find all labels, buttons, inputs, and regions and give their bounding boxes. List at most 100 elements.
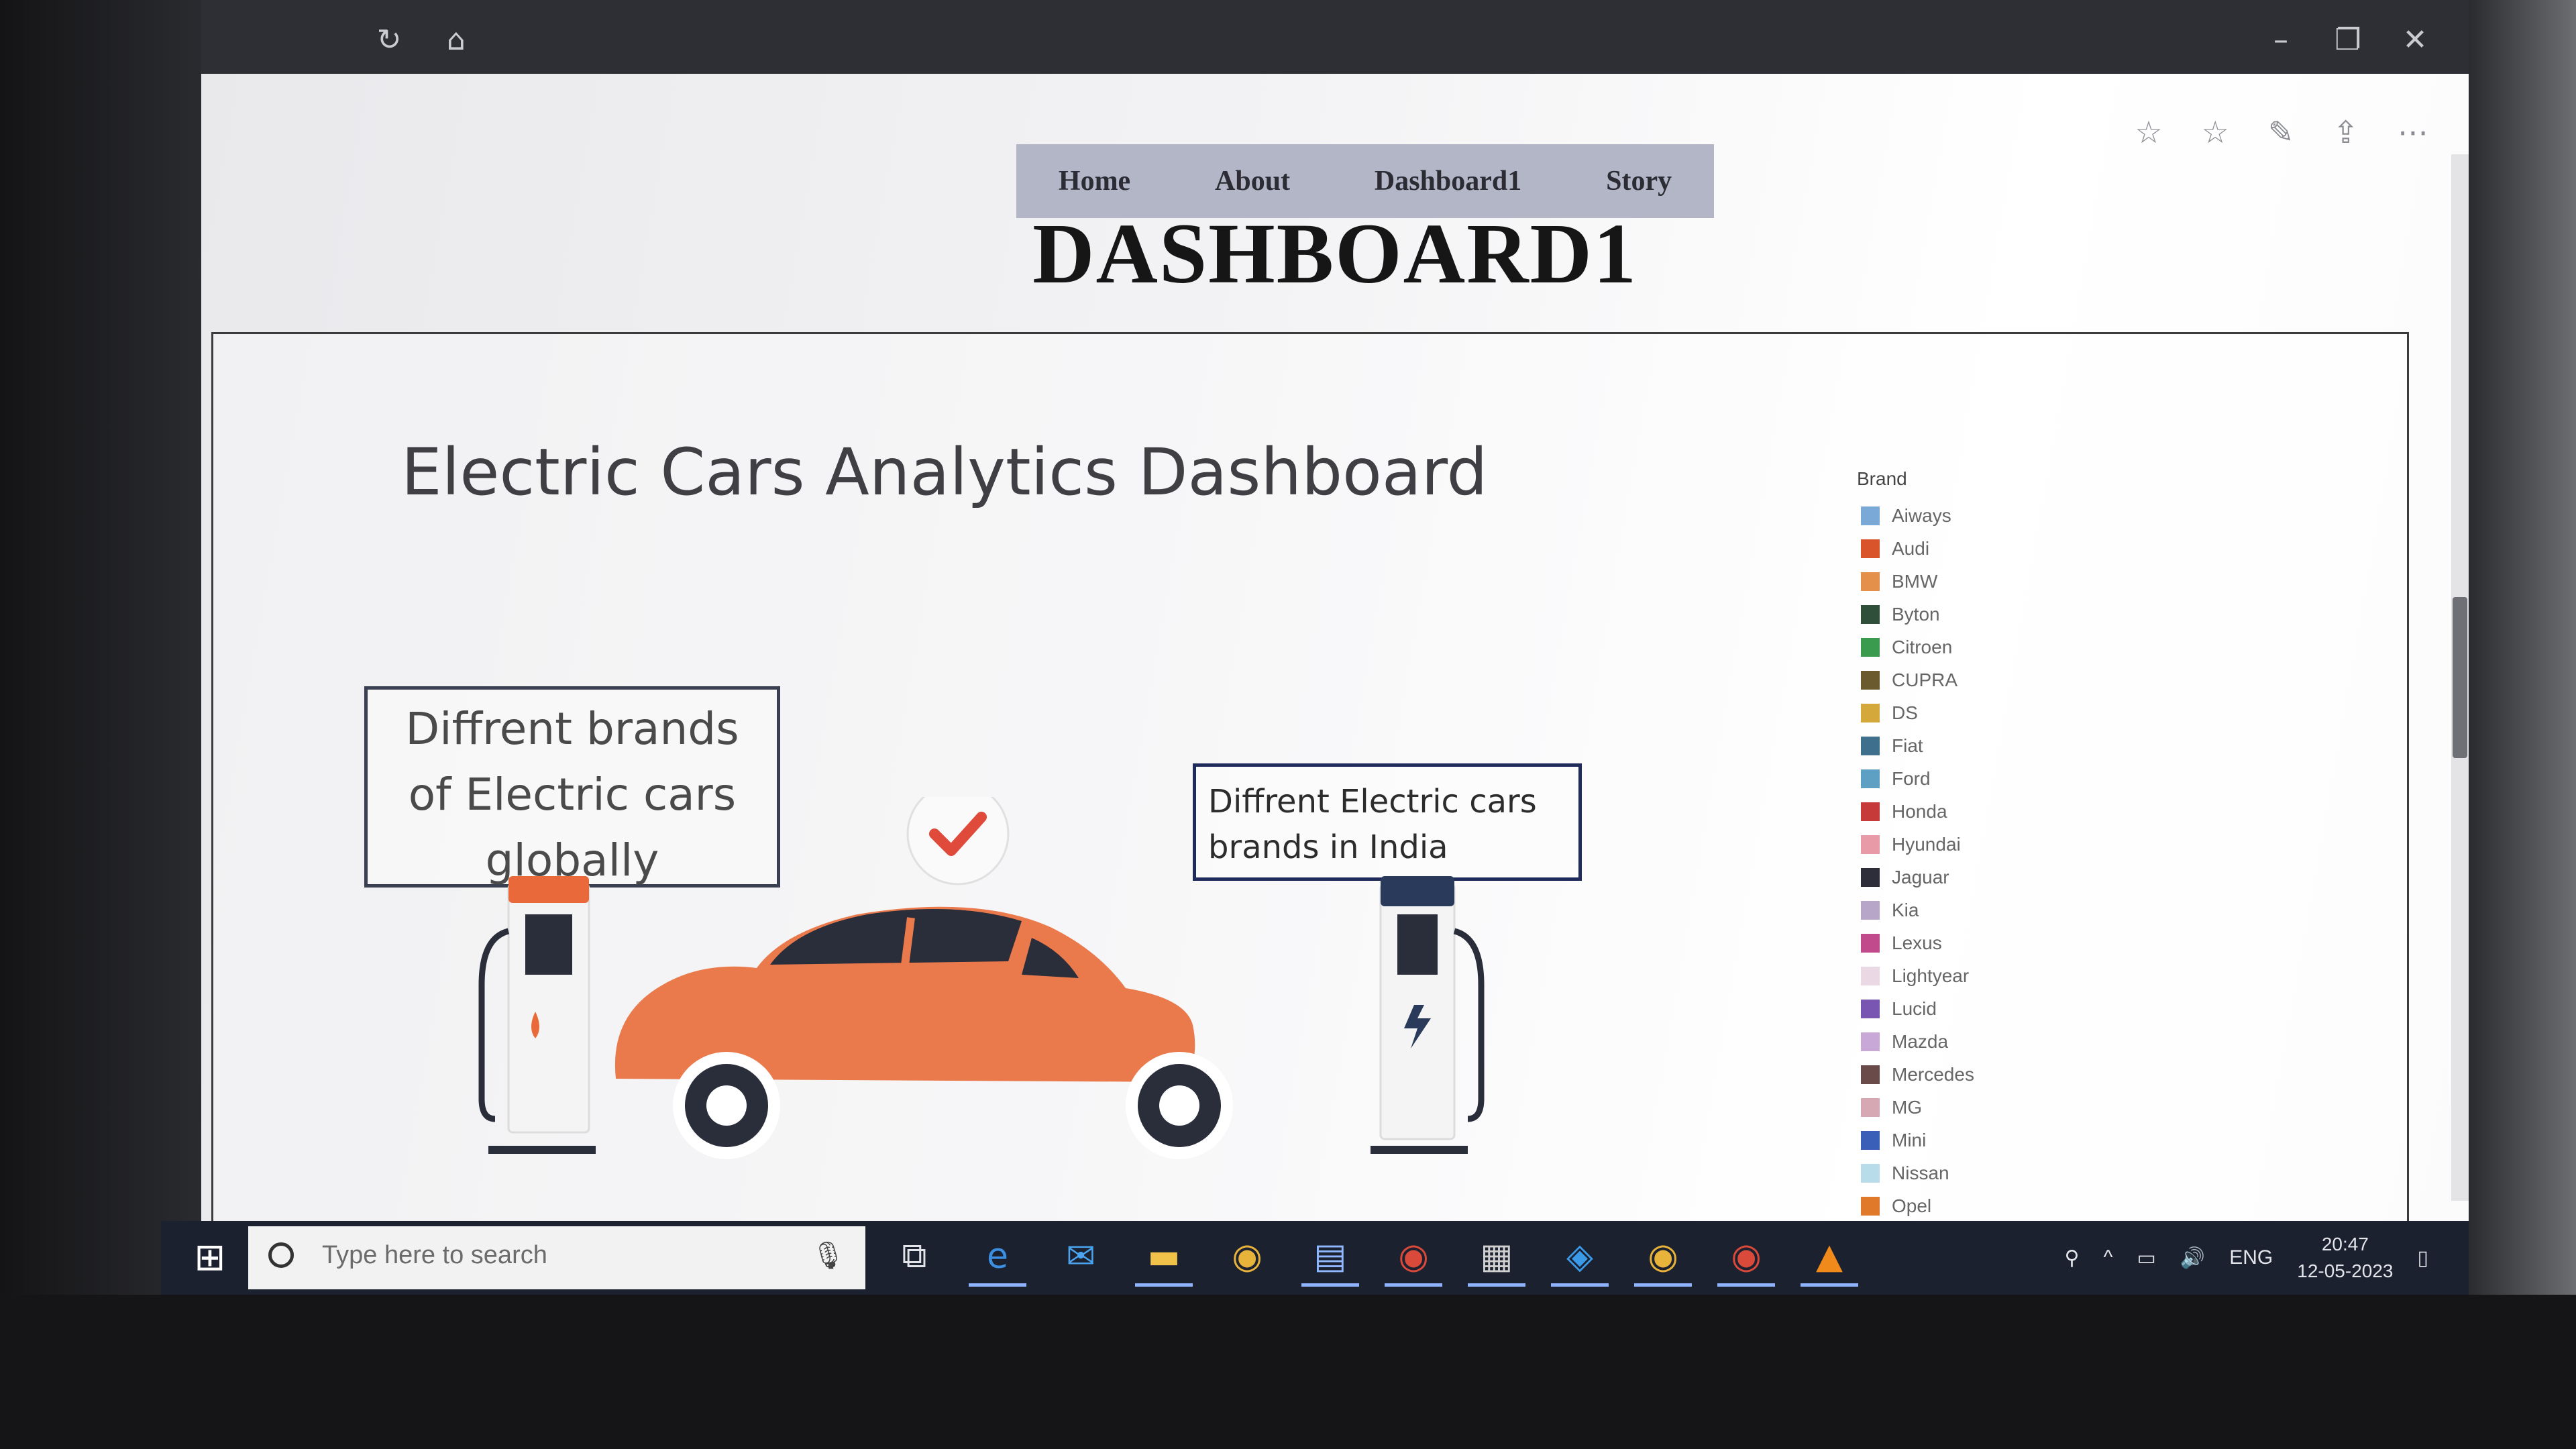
pen-icon[interactable]: ✎ bbox=[2268, 114, 2294, 150]
car-illustration bbox=[614, 906, 1233, 1159]
chrome-alt2-icon[interactable]: ◉ bbox=[1717, 1229, 1775, 1287]
legend-label: Lucid bbox=[1892, 998, 1937, 1019]
legend-title: Brand bbox=[1857, 468, 1907, 489]
legend-label: Kia bbox=[1892, 899, 1919, 920]
legend-swatch bbox=[1861, 703, 1880, 722]
legend-swatch bbox=[1861, 1163, 1880, 1183]
vlc-icon[interactable]: ▲ bbox=[1801, 1229, 1858, 1287]
page-scrollbar[interactable] bbox=[2451, 154, 2469, 1201]
scrollbar-thumb[interactable] bbox=[2453, 597, 2467, 758]
chrome-icon[interactable]: ◉ bbox=[1218, 1229, 1276, 1287]
favorites-icon[interactable]: ☆ bbox=[2202, 114, 2229, 150]
legend-swatch bbox=[1861, 736, 1880, 755]
mail-icon[interactable]: ✉ bbox=[1052, 1229, 1110, 1287]
legend-label: Opel bbox=[1892, 1195, 1932, 1216]
nav-dashboard1[interactable]: Dashboard1 bbox=[1375, 165, 1521, 197]
volume-icon[interactable]: 🔊 bbox=[2180, 1246, 2205, 1270]
legend-label: Lexus bbox=[1892, 932, 1942, 953]
home-icon[interactable]: ⌂ bbox=[436, 20, 476, 60]
legend-swatch bbox=[1861, 1130, 1880, 1150]
cortana-icon bbox=[268, 1242, 294, 1268]
legend-label: Nissan bbox=[1892, 1162, 1949, 1183]
legend-item[interactable]: Lexus bbox=[1857, 926, 1974, 959]
legend-item[interactable]: Citroen bbox=[1857, 631, 1974, 663]
notification-icon[interactable]: ▯ bbox=[2417, 1246, 2428, 1270]
legend-item[interactable]: Lucid bbox=[1857, 992, 1974, 1025]
brand-legend: Brand Aiways Audi BMW Byton Citroen CUPRA DS Fi… bbox=[1857, 468, 1974, 1221]
start-button[interactable]: ⊞ bbox=[188, 1236, 232, 1280]
browser-action-icons: ☆ ☆ ✎ ⇪ ⋯ bbox=[2135, 114, 2428, 150]
legend-item[interactable]: Ford bbox=[1857, 762, 1974, 795]
nav-about[interactable]: About bbox=[1215, 165, 1290, 197]
legend-item[interactable]: BMW bbox=[1857, 565, 1974, 598]
microphone-icon[interactable]: 🎙 bbox=[811, 1240, 845, 1271]
add-favorite-icon[interactable]: ☆ bbox=[2135, 114, 2162, 150]
legend-label: CUPRA bbox=[1892, 669, 1958, 690]
network-icon[interactable]: ▭ bbox=[2137, 1246, 2156, 1270]
legend-item[interactable]: Nissan bbox=[1857, 1157, 1974, 1189]
task-view-icon[interactable]: ⧉ bbox=[885, 1229, 943, 1287]
legend-item[interactable]: Byton bbox=[1857, 598, 1974, 631]
chevron-up-icon[interactable]: ^ bbox=[2103, 1246, 2112, 1269]
legend-item[interactable]: Mini bbox=[1857, 1124, 1974, 1157]
legend-item[interactable]: Kia bbox=[1857, 894, 1974, 926]
legend-item[interactable]: Opel bbox=[1857, 1189, 1974, 1221]
legend-swatch bbox=[1861, 835, 1880, 854]
refresh-icon[interactable]: ↻ bbox=[369, 20, 409, 60]
legend-swatch bbox=[1861, 604, 1880, 624]
legend-label: Citroen bbox=[1892, 636, 1953, 657]
legend-swatch bbox=[1861, 769, 1880, 788]
clock-time: 20:47 bbox=[2321, 1234, 2369, 1254]
notepad-icon[interactable]: ▤ bbox=[1301, 1229, 1359, 1287]
chrome-alt-icon[interactable]: ◉ bbox=[1634, 1229, 1692, 1287]
people-icon[interactable]: ⚲ bbox=[2064, 1246, 2079, 1270]
legend-swatch bbox=[1861, 900, 1880, 920]
legend-item[interactable]: DS bbox=[1857, 696, 1974, 729]
legend-item[interactable]: Fiat bbox=[1857, 729, 1974, 762]
legend-swatch bbox=[1861, 999, 1880, 1018]
chrome-profile-icon[interactable]: ◉ bbox=[1385, 1229, 1442, 1287]
legend-item[interactable]: Mazda bbox=[1857, 1025, 1974, 1058]
clock[interactable]: 20:47 12-05-2023 bbox=[2297, 1231, 2393, 1285]
legend-item[interactable]: Hyundai bbox=[1857, 828, 1974, 861]
nav-home[interactable]: Home bbox=[1059, 165, 1130, 197]
ev-charging-illustration bbox=[478, 797, 1485, 1159]
legend-item[interactable]: Mercedes bbox=[1857, 1058, 1974, 1091]
file-explorer-icon[interactable]: ▬ bbox=[1135, 1229, 1193, 1287]
legend-swatch bbox=[1861, 966, 1880, 985]
windows-taskbar: ⊞ Type here to search 🎙 ⧉ e ✉ ▬ ◉ ▤ ◉ ▦ ◈ ◉ ◉ ▲ ⚲ ^… bbox=[161, 1221, 2469, 1295]
legend-swatch bbox=[1861, 1097, 1880, 1117]
legend-item[interactable]: MG bbox=[1857, 1091, 1974, 1124]
restore-icon[interactable]: ❐ bbox=[2328, 20, 2368, 60]
legend-item[interactable]: CUPRA bbox=[1857, 663, 1974, 696]
legend-label: Mercedes bbox=[1892, 1063, 1974, 1085]
dashboard-heading: Electric Cars Analytics Dashboard bbox=[401, 435, 1488, 510]
legend-label: MG bbox=[1892, 1096, 1923, 1118]
system-tray: ⚲ ^ ▭ 🔊 ENG 20:47 12-05-2023 ▯ bbox=[2064, 1221, 2428, 1295]
legend-item[interactable]: Lightyear bbox=[1857, 959, 1974, 992]
minimize-icon[interactable]: – bbox=[2261, 20, 2301, 60]
legend-swatch bbox=[1861, 802, 1880, 821]
legend-label: Aiways bbox=[1892, 504, 1951, 526]
close-icon[interactable]: ✕ bbox=[2395, 20, 2435, 60]
legend-label: Ford bbox=[1892, 767, 1931, 789]
language-indicator[interactable]: ENG bbox=[2229, 1246, 2273, 1269]
legend-item[interactable]: Aiways bbox=[1857, 499, 1974, 532]
page-title: DASHBOARD1 bbox=[1032, 206, 1638, 301]
legend-swatch bbox=[1861, 1065, 1880, 1084]
nav-story[interactable]: Story bbox=[1606, 165, 1672, 197]
legend-swatch bbox=[1861, 670, 1880, 690]
more-icon[interactable]: ⋯ bbox=[2398, 114, 2428, 150]
taskbar-search[interactable]: Type here to search 🎙 bbox=[248, 1226, 865, 1289]
dashboard-embed: Electric Cars Analytics Dashboard Diffre… bbox=[211, 332, 2409, 1221]
legend-item[interactable]: Jaguar bbox=[1857, 861, 1974, 894]
legend-label: Audi bbox=[1892, 537, 1930, 559]
edge-icon[interactable]: e bbox=[969, 1229, 1026, 1287]
legend-swatch bbox=[1861, 867, 1880, 887]
app-grid-icon[interactable]: ▦ bbox=[1468, 1229, 1525, 1287]
vscode-icon[interactable]: ◈ bbox=[1551, 1229, 1609, 1287]
legend-item[interactable]: Audi bbox=[1857, 532, 1974, 565]
legend-swatch bbox=[1861, 637, 1880, 657]
legend-item[interactable]: Honda bbox=[1857, 795, 1974, 828]
share-icon[interactable]: ⇪ bbox=[2332, 114, 2359, 150]
